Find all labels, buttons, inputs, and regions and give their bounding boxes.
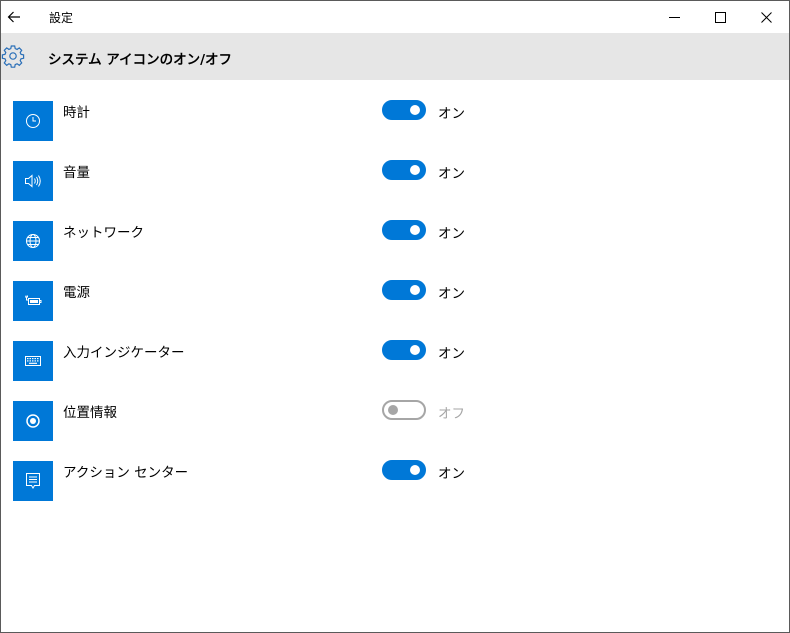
list-item-power: 電源 オン — [13, 280, 653, 321]
globe-icon — [26, 234, 40, 248]
action-center-icon — [26, 473, 40, 489]
list-item-location: 位置情報 オフ — [13, 400, 653, 441]
volume-toggle[interactable] — [382, 160, 426, 180]
input-indicator-toggle[interactable] — [382, 340, 426, 360]
toggle-knob — [388, 405, 398, 415]
back-button[interactable] — [1, 1, 27, 33]
page-title: システム アイコンのオン/オフ — [48, 52, 233, 68]
toggle-state-label: オン — [438, 466, 465, 482]
toggle-state-label: オン — [438, 286, 465, 302]
close-button[interactable] — [743, 1, 789, 33]
list-item-action-center: アクション センター オン — [13, 460, 653, 501]
toggle-knob — [410, 165, 420, 175]
location-icon — [26, 414, 40, 428]
maximize-button[interactable] — [697, 1, 743, 33]
clock-icon — [26, 114, 40, 128]
item-label: 時計 — [63, 105, 90, 121]
toggle-knob — [410, 345, 420, 355]
back-arrow-icon — [7, 11, 20, 23]
toggle-state-label: オン — [438, 226, 465, 242]
item-label: 電源 — [63, 285, 90, 301]
location-toggle[interactable] — [382, 400, 426, 420]
item-label: 入力インジケーター — [63, 345, 185, 361]
battery-plug-icon — [25, 295, 42, 305]
toggle-state-label: オン — [438, 166, 465, 182]
action-center-tile — [13, 461, 53, 501]
toggle-state-label: オン — [438, 346, 465, 362]
toggle-knob — [410, 465, 420, 475]
list-item-input-indicator: 入力インジケーター オン — [13, 340, 653, 381]
action-center-toggle[interactable] — [382, 460, 426, 480]
maximize-icon — [714, 11, 726, 23]
clock-toggle[interactable] — [382, 100, 426, 120]
list-item-clock: 時計 オン — [13, 100, 653, 141]
window-title: 設定 — [49, 11, 74, 25]
minimize-button[interactable] — [651, 1, 697, 33]
toggle-state-label: オン — [438, 106, 465, 122]
network-toggle[interactable] — [382, 220, 426, 240]
power-toggle[interactable] — [382, 280, 426, 300]
gear-icon — [1, 45, 25, 68]
settings-window: 設定 システム アイコンのオン/オフ 時計 オン 音量 オン ネットワーク オン… — [0, 0, 790, 633]
speaker-icon — [25, 174, 41, 188]
network-tile — [13, 221, 53, 261]
item-label: ネットワーク — [63, 225, 144, 241]
list-item-volume: 音量 オン — [13, 160, 653, 201]
close-icon — [760, 11, 772, 23]
location-tile — [13, 401, 53, 441]
toggle-knob — [410, 285, 420, 295]
list-item-network: ネットワーク オン — [13, 220, 653, 261]
keyboard-icon — [25, 356, 41, 366]
minimize-icon — [668, 16, 680, 18]
clock-tile — [13, 101, 53, 141]
power-tile — [13, 281, 53, 321]
input-indicator-tile — [13, 341, 53, 381]
page-header: システム アイコンのオン/オフ — [1, 33, 789, 80]
title-bar: 設定 — [1, 1, 789, 33]
toggle-state-label: オフ — [438, 406, 465, 422]
item-label: 位置情報 — [63, 405, 117, 421]
item-label: 音量 — [63, 165, 90, 181]
item-label: アクション センター — [63, 465, 189, 481]
volume-tile — [13, 161, 53, 201]
toggle-knob — [410, 225, 420, 235]
toggle-knob — [410, 105, 420, 115]
